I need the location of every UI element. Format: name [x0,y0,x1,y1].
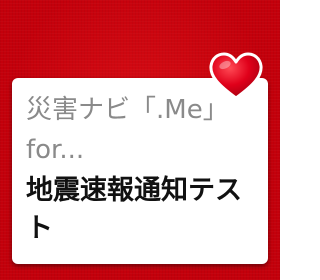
app-name-label: 災害ナビ「.Me」for... [26,95,216,165]
notification-message: 地震速報通知テスト [26,175,242,244]
heart-icon [209,52,263,100]
